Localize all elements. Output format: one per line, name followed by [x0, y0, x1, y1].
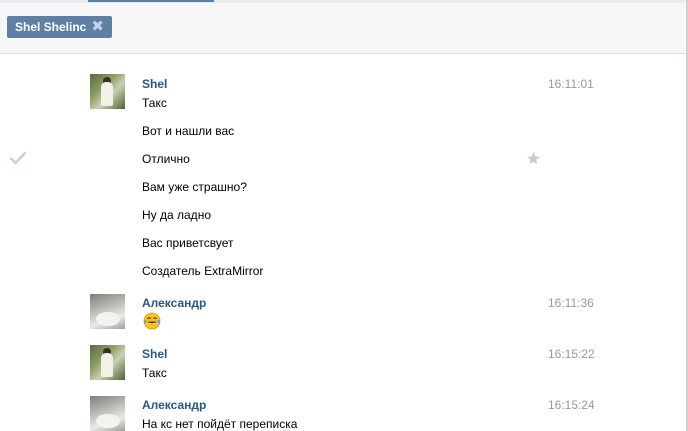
message-text: Создатель ExtraMirror [142, 264, 264, 278]
message-text: Такс [142, 366, 167, 380]
message-text: Вот и нашли вас [142, 124, 235, 138]
star-icon[interactable] [526, 151, 541, 166]
message-text: Ну да ладно [142, 208, 211, 222]
sender-name[interactable]: Shel [142, 347, 167, 361]
recipient-chip-label: Shel Shelinc [15, 20, 87, 34]
sender-name[interactable]: Shel [142, 77, 167, 91]
message-text: Такс [142, 96, 167, 110]
close-icon[interactable]: ✖ [91, 16, 104, 38]
message-time[interactable]: 16:11:01 [548, 77, 608, 91]
avatar[interactable] [90, 396, 125, 431]
message-time[interactable]: 16:11:36 [548, 296, 608, 310]
sender-name[interactable]: Александр [142, 398, 206, 412]
recipient-chip[interactable]: Shel Shelinc ✖ [7, 16, 112, 38]
message-text: Отлично [142, 152, 190, 166]
sender-name[interactable]: Александр [142, 296, 206, 310]
message-time[interactable]: 16:15:24 [548, 398, 608, 412]
conversation-header: Shel Shelinc ✖ [0, 3, 686, 54]
avatar[interactable] [90, 294, 125, 329]
message-time[interactable]: 16:15:22 [548, 347, 608, 361]
avatar[interactable] [90, 345, 125, 380]
avatar[interactable] [90, 74, 125, 109]
message-text: Вас приветсвует [142, 236, 234, 250]
laughing-tears-emoji [143, 312, 161, 330]
message-text: Вам уже страшно? [142, 180, 247, 194]
active-tab-indicator [88, 0, 214, 2]
message-text: На кс нет пойдёт переписка [142, 417, 298, 431]
checkmark-icon[interactable] [10, 151, 26, 165]
